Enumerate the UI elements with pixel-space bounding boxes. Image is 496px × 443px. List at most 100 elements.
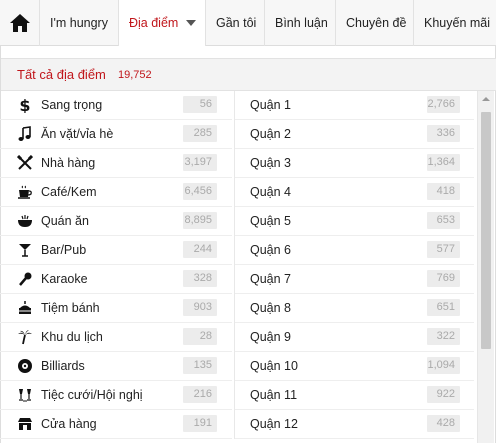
district-count: 1,364 [427, 154, 460, 171]
category-count: 6,456 [183, 183, 217, 200]
all-places-count: 19,752 [118, 69, 152, 81]
cake-icon [17, 300, 33, 316]
shop-icon [17, 416, 33, 432]
nav-item-im-hungry[interactable]: I'm hungry [40, 0, 119, 46]
district-label: Quận 9 [250, 330, 292, 344]
district-count: 577 [427, 241, 460, 258]
district-count: 922 [427, 386, 460, 403]
nav-item-label: I'm hungry [50, 16, 108, 30]
district-item[interactable]: Quận 12 428 [235, 410, 474, 439]
nav-item-label: Bình luận [275, 16, 328, 30]
district-item[interactable]: Quận 7 769 [235, 265, 474, 294]
nav-item-gan-toi[interactable]: Gần tôi [206, 0, 265, 46]
nav-item-label: Khuyến mãi [424, 16, 491, 30]
all-places-header[interactable]: Tất cả địa điểm 19,752 [1, 58, 496, 91]
chevron-down-icon [186, 19, 197, 26]
nav-item-binh-luan[interactable]: Bình luận [265, 0, 336, 46]
category-label: Cửa hàng [41, 417, 97, 431]
music-note-icon [17, 126, 33, 142]
cocktail-icon [17, 242, 33, 258]
district-label: Quận 2 [250, 127, 292, 141]
district-count: 428 [427, 415, 460, 432]
category-label: Bar/Pub [41, 243, 87, 257]
nav-item-label: Chuyên đề [346, 16, 407, 30]
category-item[interactable]: Karaoke 328 [0, 265, 232, 294]
category-item[interactable]: $ Sang trọng 56 [0, 91, 232, 120]
category-label: Tiệc cưới/Hội nghị [41, 388, 143, 402]
fork-knife-icon [17, 155, 33, 171]
district-label: Quận 6 [250, 243, 292, 257]
category-count: 328 [183, 270, 217, 287]
category-count: 244 [183, 241, 217, 258]
home-button[interactable] [0, 0, 40, 46]
billiard-ball-icon [17, 358, 33, 374]
category-label: Nhà hàng [41, 156, 96, 170]
dollar-icon: $ [17, 97, 33, 113]
category-label: Karaoke [41, 272, 88, 286]
category-list: $ Sang trọng 56 Ăn vặt/vỉa hè 285 Nhà hà… [0, 91, 232, 439]
district-label: Quận 3 [250, 156, 292, 170]
all-places-title: Tất cả địa điểm [17, 67, 106, 82]
svg-text:$: $ [19, 97, 30, 113]
district-count: 769 [427, 270, 460, 287]
district-item[interactable]: Quận 2 336 [235, 120, 474, 149]
category-label: Café/Kem [41, 185, 97, 199]
district-label: Quận 10 [250, 359, 298, 373]
district-item[interactable]: Quận 1 2,766 [235, 91, 474, 120]
category-item[interactable]: Ăn vặt/vỉa hè 285 [0, 120, 232, 149]
category-item[interactable]: Cửa hàng 191 [0, 410, 232, 439]
district-item[interactable]: Quận 5 653 [235, 207, 474, 236]
category-label: Billiards [41, 359, 85, 373]
district-item[interactable]: Quận 3 1,364 [235, 149, 474, 178]
category-label: Tiệm bánh [41, 301, 100, 315]
category-label: Ăn vặt/vỉa hè [41, 127, 114, 141]
nav-item-khuyen-mai[interactable]: Khuyến mãi [414, 0, 496, 46]
coffee-cup-icon [17, 184, 33, 200]
district-label: Quận 5 [250, 214, 292, 228]
microphone-icon [17, 271, 33, 287]
category-item[interactable]: Café/Kem 6,456 [0, 178, 232, 207]
district-label: Quận 8 [250, 301, 292, 315]
district-item[interactable]: Quận 8 651 [235, 294, 474, 323]
district-label: Quận 1 [250, 98, 292, 112]
district-count: 651 [427, 299, 460, 316]
category-count: 3,197 [183, 154, 217, 171]
category-label: Quán ăn [41, 214, 89, 228]
category-item[interactable]: Bar/Pub 244 [0, 236, 232, 265]
district-count: 1,094 [427, 357, 460, 374]
category-item[interactable]: Billiards 135 [0, 352, 232, 381]
champagne-glasses-icon [17, 387, 33, 403]
district-label: Quận 4 [250, 185, 292, 199]
district-label: Quận 12 [250, 417, 298, 431]
district-item[interactable]: Quận 9 322 [235, 323, 474, 352]
district-item[interactable]: Quận 6 577 [235, 236, 474, 265]
district-count: 336 [427, 125, 460, 142]
nav-item-chuyen-de[interactable]: Chuyên đề [336, 0, 414, 46]
district-label: Quận 11 [250, 388, 298, 402]
district-item[interactable]: Quận 4 418 [235, 178, 474, 207]
category-item[interactable]: Tiệc cưới/Hội nghị 216 [0, 381, 232, 410]
scrollbar-thumb[interactable] [481, 112, 491, 349]
category-count: 285 [183, 125, 217, 142]
category-item[interactable]: Nhà hàng 3,197 [0, 149, 232, 178]
category-count: 903 [183, 299, 217, 316]
district-count: 653 [427, 212, 460, 229]
category-label: Sang trọng [41, 98, 103, 112]
arrow-up-icon [482, 97, 490, 101]
district-list-scrollbar[interactable] [477, 91, 494, 443]
nav-item-dia-diem[interactable]: Địa điểm [119, 0, 206, 47]
scroll-up-button[interactable] [478, 91, 494, 107]
category-count: 8,895 [183, 212, 217, 229]
bowl-icon [17, 213, 33, 229]
category-count: 28 [183, 328, 217, 345]
district-item[interactable]: Quận 11 922 [235, 381, 474, 410]
category-item[interactable]: Khu du lịch 28 [0, 323, 232, 352]
category-item[interactable]: Quán ăn 8,895 [0, 207, 232, 236]
district-list: Quận 1 2,766 Quận 2 336 Quận 3 1,364 Quận 4… [234, 91, 474, 439]
category-label: Khu du lịch [41, 330, 103, 344]
district-item[interactable]: Quận 10 1,094 [235, 352, 474, 381]
category-item[interactable]: Tiệm bánh 903 [0, 294, 232, 323]
category-count: 56 [183, 96, 217, 113]
nav-item-label: Gần tôi [216, 16, 257, 30]
category-count: 135 [183, 357, 217, 374]
